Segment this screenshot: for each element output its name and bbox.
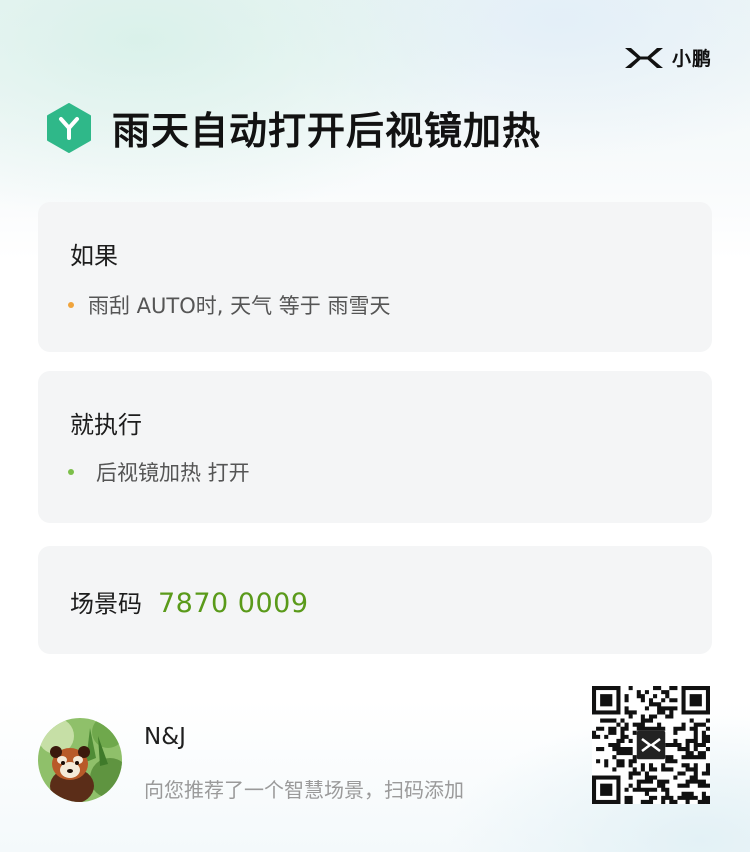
scene-code-row: 场景码 7870 0009 bbox=[70, 584, 309, 619]
condition-heading: 如果 bbox=[70, 242, 118, 270]
action-text: 后视镜加热 打开 bbox=[96, 461, 250, 485]
bullet-dot-icon bbox=[68, 469, 74, 475]
qr-code[interactable] bbox=[592, 686, 710, 804]
xpeng-logo-icon bbox=[624, 47, 663, 68]
condition-card: 如果 雨刮 AUTO时, 天气 等于 雨雪天 bbox=[38, 202, 712, 352]
action-card: 就执行 后视镜加热 打开 bbox=[38, 371, 712, 523]
avatar bbox=[38, 718, 122, 802]
scene-code-label: 场景码 bbox=[70, 590, 142, 618]
action-item: 后视镜加热 打开 bbox=[68, 457, 250, 487]
red-panda-avatar-icon bbox=[38, 718, 122, 802]
hexagon-y-icon bbox=[47, 102, 91, 153]
qr-code-icon bbox=[592, 686, 710, 804]
condition-item: 雨刮 AUTO时, 天气 等于 雨雪天 bbox=[68, 290, 390, 320]
brand: 小鹏 bbox=[624, 44, 712, 71]
scene-code-value[interactable]: 7870 0009 bbox=[158, 588, 309, 619]
scene-header: 雨天自动打开后视镜加热 bbox=[46, 100, 541, 155]
condition-text: 雨刮 AUTO时, 天气 等于 雨雪天 bbox=[88, 294, 391, 318]
sharer-name: N&J bbox=[144, 724, 186, 750]
scene-code-card: 场景码 7870 0009 bbox=[38, 546, 712, 654]
share-message: 向您推荐了一个智慧场景，扫码添加 bbox=[144, 778, 464, 802]
action-heading: 就执行 bbox=[70, 411, 142, 439]
page-title: 雨天自动打开后视镜加热 bbox=[112, 109, 542, 153]
brand-name: 小鹏 bbox=[671, 48, 712, 70]
bullet-dot-icon bbox=[68, 302, 74, 308]
